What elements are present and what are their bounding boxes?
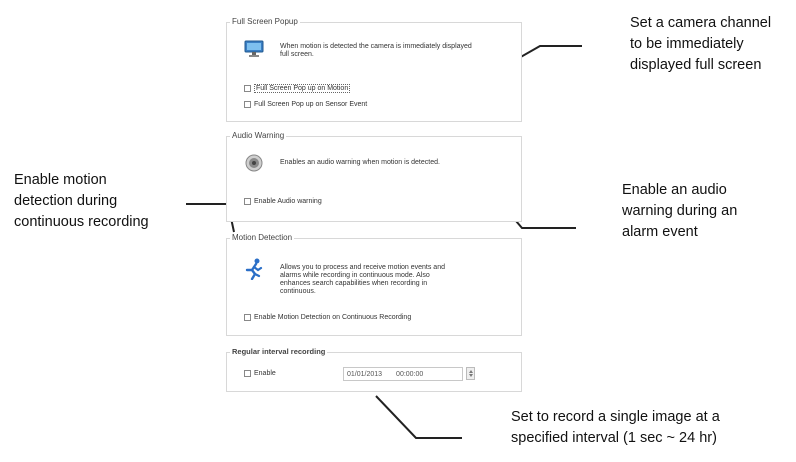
full-screen-sensor-label: Full Screen Pop up on Sensor Event: [254, 101, 368, 108]
full-screen-sensor-option[interactable]: Full Screen Pop up on Sensor Event: [244, 101, 367, 108]
regular-interval-enable-checkbox[interactable]: [244, 370, 251, 377]
annotation-line: Set to record a single image at a: [511, 409, 720, 425]
annotation-line: Set a camera channel: [630, 15, 772, 31]
annotation-line: continuous recording: [14, 214, 149, 230]
full-screen-popup-title: Full Screen Popup: [230, 17, 300, 26]
running-man-icon: [244, 258, 264, 281]
full-screen-popup-description: When motion is detected the camera is im…: [280, 43, 472, 58]
motion-detection-checkbox[interactable]: [244, 314, 251, 321]
audio-warning-checkbox[interactable]: [244, 198, 251, 205]
annotation-line: alarm event: [622, 224, 698, 240]
motion-detection-description: Allows you to process and receive motion…: [280, 264, 490, 296]
full-screen-motion-label: Full Screen Pop up on Motion: [254, 84, 351, 93]
audio-warning-option[interactable]: Enable Audio warning: [244, 198, 322, 205]
interval-date-time-field[interactable]: 01/01/2013 00:00:00: [343, 367, 463, 381]
interval-time-value: 00:00:00: [396, 370, 424, 378]
interval-spinner[interactable]: [466, 367, 475, 380]
motion-detection-description-line: continuous.: [280, 288, 316, 295]
annotation-line: Enable motion: [14, 172, 107, 188]
full-screen-sensor-checkbox[interactable]: [244, 101, 251, 108]
motion-detection-option[interactable]: Enable Motion Detection on Continuous Re…: [244, 314, 411, 321]
annotation-line: detection during: [14, 193, 118, 209]
regular-interval-enable-option[interactable]: Enable: [244, 370, 276, 377]
annotation-line: displayed full screen: [630, 57, 762, 73]
motion-detection-description-line: Allows you to process and receive motion…: [280, 264, 445, 271]
annotation-line: specified interval (1 sec ~ 24 hr): [511, 430, 717, 446]
speaker-icon: [245, 154, 263, 172]
motion-detection-title: Motion Detection: [230, 233, 295, 242]
annotation-motion: Enable motion detection during continuou…: [14, 171, 149, 231]
audio-warning-label: Enable Audio warning: [254, 198, 322, 205]
audio-warning-group: [226, 136, 522, 222]
motion-detection-description-line: enhances search capabilities when record…: [280, 280, 428, 287]
leader-line-interval: [375, 395, 462, 439]
audio-warning-title: Audio Warning: [230, 131, 287, 140]
annotation-camera-channel: Set a camera channel to be immediately d…: [630, 14, 771, 74]
monitor-icon: [244, 40, 264, 58]
interval-date-value: 01/01/2013: [347, 370, 383, 378]
motion-detection-label: Enable Motion Detection on Continuous Re…: [254, 314, 412, 321]
regular-interval-title: Regular interval recording: [230, 347, 328, 356]
full-screen-motion-option[interactable]: Full Screen Pop up on Motion: [244, 84, 351, 93]
motion-detection-description-line: alarms while recording in continuous mod…: [280, 272, 430, 279]
annotation-line: Enable an audio: [622, 182, 727, 198]
audio-warning-description: Enables an audio warning when motion is …: [280, 159, 440, 166]
full-screen-motion-checkbox[interactable]: [244, 85, 251, 92]
annotation-line: to be immediately: [630, 36, 744, 52]
annotation-interval: Set to record a single image at a specif…: [511, 408, 720, 447]
regular-interval-enable-label: Enable: [254, 370, 276, 377]
annotation-audio: Enable an audio warning during an alarm …: [622, 181, 737, 241]
annotation-line: warning during an: [622, 203, 738, 219]
